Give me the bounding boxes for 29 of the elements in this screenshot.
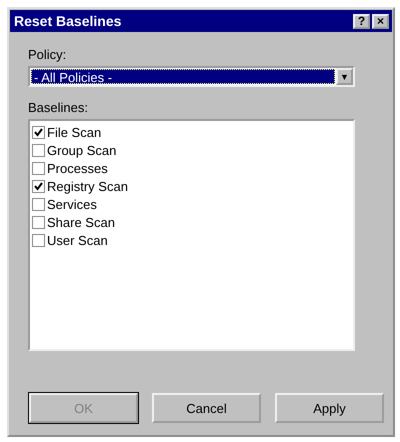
checkbox[interactable]	[32, 198, 45, 210]
baseline-item[interactable]: Share Scan	[32, 213, 351, 231]
baseline-item[interactable]: File Scan	[32, 123, 351, 141]
checkbox[interactable]	[32, 234, 45, 246]
item-label: Group Scan	[47, 142, 116, 158]
item-label: User Scan	[47, 232, 108, 248]
window-title: Reset Baselines	[14, 13, 122, 29]
item-label: Registry Scan	[47, 178, 128, 194]
policy-label: Policy:	[28, 47, 68, 62]
checkbox[interactable]	[32, 180, 45, 192]
baseline-item[interactable]: Processes	[32, 159, 351, 177]
baselines-label: Baselines:	[28, 100, 89, 115]
baseline-item[interactable]: Registry Scan	[32, 177, 351, 195]
item-label: Share Scan	[47, 214, 115, 230]
item-label: Services	[47, 196, 97, 212]
baseline-item[interactable]: User Scan	[32, 231, 351, 249]
checkbox[interactable]	[32, 126, 45, 138]
item-label: Processes	[47, 160, 108, 176]
help-button[interactable]: ?	[353, 14, 370, 28]
baseline-item[interactable]: Services	[32, 195, 351, 213]
dialog-button[interactable]: Cancel	[152, 393, 261, 423]
policy-dropdown[interactable]: - All Policies - ▼	[28, 66, 355, 87]
baseline-item[interactable]: Group Scan	[32, 141, 351, 159]
close-button[interactable]: ×	[372, 14, 389, 28]
item-label: File Scan	[47, 124, 102, 140]
dialog-button[interactable]: Apply	[275, 393, 384, 423]
checkbox[interactable]	[32, 144, 45, 156]
checkbox[interactable]	[32, 162, 45, 174]
checkbox[interactable]	[32, 216, 45, 228]
